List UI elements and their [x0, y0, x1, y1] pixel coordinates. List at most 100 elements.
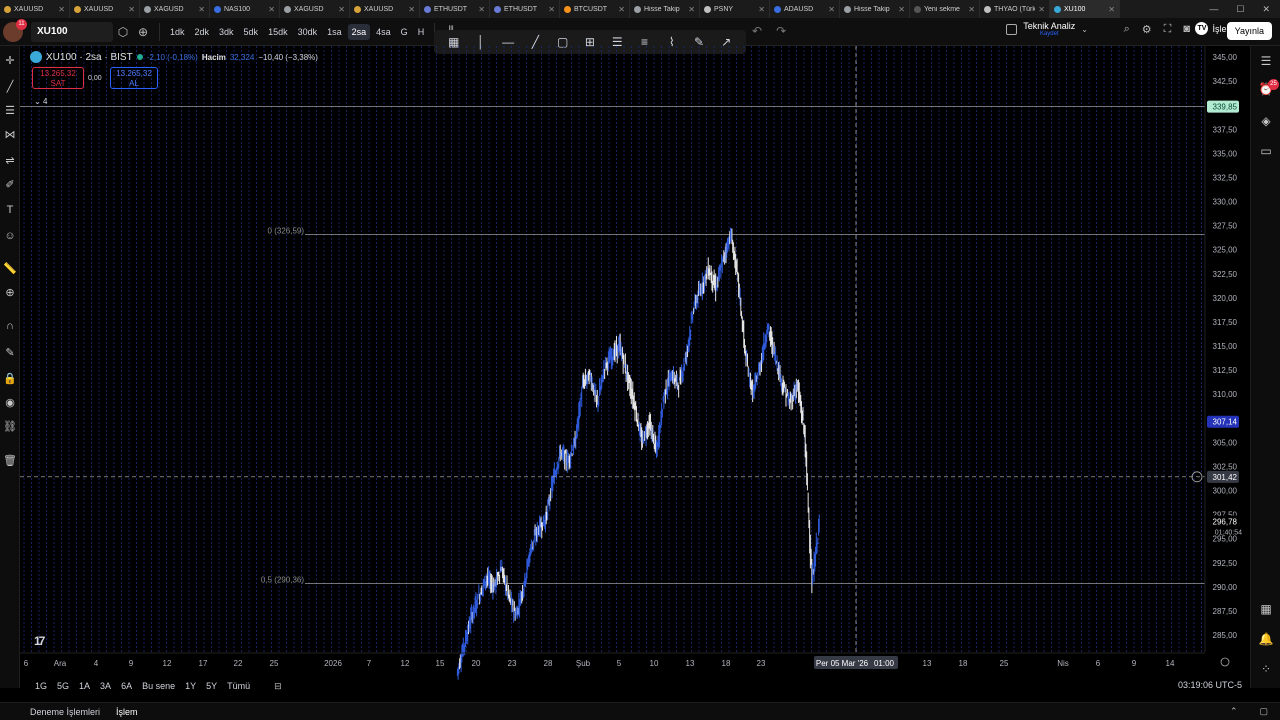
tab-close-icon[interactable]: ✕	[198, 5, 205, 14]
browser-tab[interactable]: Hisse Takip ✕	[840, 0, 910, 18]
tab-close-icon[interactable]: ✕	[268, 5, 275, 14]
technical-analysis-layout[interactable]: Teknik Analiz Kaydet ⌄	[1006, 21, 1088, 38]
symbol-search-input[interactable]: XU100	[31, 21, 113, 42]
publish-button[interactable]: Yayınla	[1226, 22, 1272, 40]
maximize-panel-icon[interactable]: ▢	[1259, 706, 1268, 717]
brush-tool-icon[interactable]: ✐	[0, 178, 20, 191]
browser-tab[interactable]: ETHUSDT ✕	[420, 0, 490, 18]
browser-tab[interactable]: XAUUSD ✕	[0, 0, 70, 18]
minimize-icon[interactable]: —	[1209, 4, 1218, 14]
range-option[interactable]: 6A	[121, 681, 132, 691]
text-tool-icon[interactable]: T	[0, 204, 20, 216]
browser-tab[interactable]: ETHUSDT ✕	[490, 0, 560, 18]
tab-close-icon[interactable]: ✕	[1038, 5, 1045, 14]
indicator-toggle[interactable]: ⌄ 4	[34, 97, 47, 106]
alert-shield-icon[interactable]: ⬡	[113, 25, 133, 39]
tab-close-icon[interactable]: ✕	[338, 5, 345, 14]
paper-trading-tab[interactable]: Deneme İşlemleri	[30, 707, 100, 717]
avatar[interactable]: 11	[3, 18, 27, 42]
browser-tab[interactable]: NAS100 ✕	[210, 0, 280, 18]
emoji-icon[interactable]: ☺	[0, 230, 20, 242]
browser-tab[interactable]: XAUUSD ✕	[350, 0, 420, 18]
notifications-bell-icon[interactable]: 🔔	[1251, 632, 1280, 646]
calendar-icon[interactable]: ▦	[1251, 602, 1280, 616]
watchlist-icon[interactable]: ☰	[1251, 54, 1280, 68]
tab-close-icon[interactable]: ✕	[688, 5, 695, 14]
browser-tab[interactable]: Hisse Takip ✕	[630, 0, 700, 18]
layout-checkbox[interactable]	[1006, 24, 1018, 35]
range-option[interactable]: 1Y	[185, 681, 196, 691]
crosshair-icon[interactable]: ✛	[0, 54, 20, 67]
interval-option[interactable]: 30dk	[294, 24, 322, 40]
browser-tab[interactable]: XAGUSD ✕	[140, 0, 210, 18]
tab-close-icon[interactable]: ✕	[548, 5, 555, 14]
alerts-clock-icon[interactable]: ⏰ 25	[1251, 79, 1280, 96]
go-to-date-icon[interactable]: ⊟	[274, 681, 282, 692]
prediction-tool-icon[interactable]: ⇌	[0, 154, 20, 167]
chevron-up-icon[interactable]: ⌃	[1230, 706, 1238, 717]
interval-option[interactable]: H	[414, 24, 429, 40]
close-window-icon[interactable]: ✕	[1262, 4, 1270, 15]
interval-option[interactable]: 2dk	[191, 24, 214, 40]
tab-close-icon[interactable]: ✕	[828, 5, 835, 14]
magnet-icon[interactable]: ∩	[0, 320, 20, 332]
pattern-tool-icon[interactable]: ⋈	[0, 128, 20, 141]
tab-close-icon[interactable]: ✕	[128, 5, 135, 14]
apps-grid-icon[interactable]: ⁘	[1251, 662, 1280, 676]
range-option[interactable]: 1G	[35, 681, 47, 691]
range-option[interactable]: 1A	[79, 681, 90, 691]
tab-close-icon[interactable]: ✕	[58, 5, 65, 14]
stay-drawing-icon[interactable]: ✎	[0, 346, 20, 359]
price-chart[interactable]: 0 (326,59) 0,5 (290,36) 345,00 342,50 337,50…	[20, 46, 1250, 688]
ruler-icon[interactable]: 📏	[0, 262, 20, 275]
maximize-icon[interactable]: ☐	[1236, 4, 1244, 15]
range-option[interactable]: 3A	[100, 681, 111, 691]
volume-label[interactable]: Hacim	[202, 53, 226, 62]
quick-search-icon[interactable]: ⌕	[1124, 23, 1130, 36]
tab-close-icon[interactable]: ✕	[618, 5, 625, 14]
chevron-down-icon[interactable]: ⌄	[1081, 25, 1088, 34]
chart-canvas[interactable]: 0 (326,59) 0,5 (290,36) 345,00 342,50 337,50…	[20, 46, 1250, 688]
tab-close-icon[interactable]: ✕	[478, 5, 485, 14]
interval-option[interactable]: G	[397, 24, 412, 40]
settings-gear-icon[interactable]: ⚙	[1142, 23, 1152, 36]
range-option[interactable]: 5Y	[206, 681, 217, 691]
camera-icon[interactable]: ◙	[1183, 23, 1190, 36]
add-symbol-icon[interactable]: ⊕	[133, 25, 153, 39]
fib-tool-icon[interactable]: ☰	[0, 104, 20, 117]
browser-tab[interactable]: XAUUSD ✕	[70, 0, 140, 18]
browser-tab[interactable]: XU100 ✕	[1050, 0, 1120, 18]
tab-close-icon[interactable]: ✕	[758, 5, 765, 14]
browser-tab[interactable]: ADAUSD ✕	[770, 0, 840, 18]
lock-icon[interactable]: 🔒	[0, 372, 20, 385]
trash-icon[interactable]: 🗑	[0, 454, 20, 467]
browser-tab[interactable]: BTCUSDT ✕	[560, 0, 630, 18]
interval-option[interactable]: 3dk	[215, 24, 238, 40]
trend-line-tool-icon[interactable]: ╱	[0, 80, 20, 93]
range-option[interactable]: Bu sene	[142, 681, 175, 691]
tab-close-icon[interactable]: ✕	[898, 5, 905, 14]
link-icon[interactable]: ⛓	[0, 420, 20, 433]
fullscreen-icon[interactable]: ⛶	[1164, 23, 1172, 36]
interval-option[interactable]: 5dk	[240, 24, 263, 40]
browser-tab[interactable]: Yeni sekme ✕	[910, 0, 980, 18]
chat-icon[interactable]: ▭	[1251, 144, 1280, 158]
interval-option[interactable]: 1sa	[323, 24, 346, 40]
range-option[interactable]: Tümü	[227, 681, 250, 691]
range-option[interactable]: 5G	[57, 681, 69, 691]
interval-option[interactable]: 2sa	[347, 23, 371, 40]
interval-option[interactable]: 4sa	[372, 24, 395, 40]
legend-title[interactable]: XU100 · 2sa · BIST	[46, 52, 133, 63]
sell-button[interactable]: 13.265,32 SAT	[32, 67, 84, 89]
tab-close-icon[interactable]: ✕	[1108, 5, 1115, 14]
browser-tab[interactable]: THYAO (Türk Ha✕	[980, 0, 1050, 18]
zoom-in-icon[interactable]: ⊕	[0, 286, 20, 299]
layers-icon[interactable]: ◈	[1251, 114, 1280, 128]
trade-tab[interactable]: İşlem	[116, 707, 138, 717]
interval-option[interactable]: 1dk	[166, 24, 189, 40]
undo-icon[interactable]: ↶	[752, 24, 762, 38]
eye-icon[interactable]: ◉	[0, 396, 20, 409]
browser-tab[interactable]: PSNY ✕	[700, 0, 770, 18]
redo-icon[interactable]: ↷	[776, 24, 786, 38]
tab-close-icon[interactable]: ✕	[968, 5, 975, 14]
